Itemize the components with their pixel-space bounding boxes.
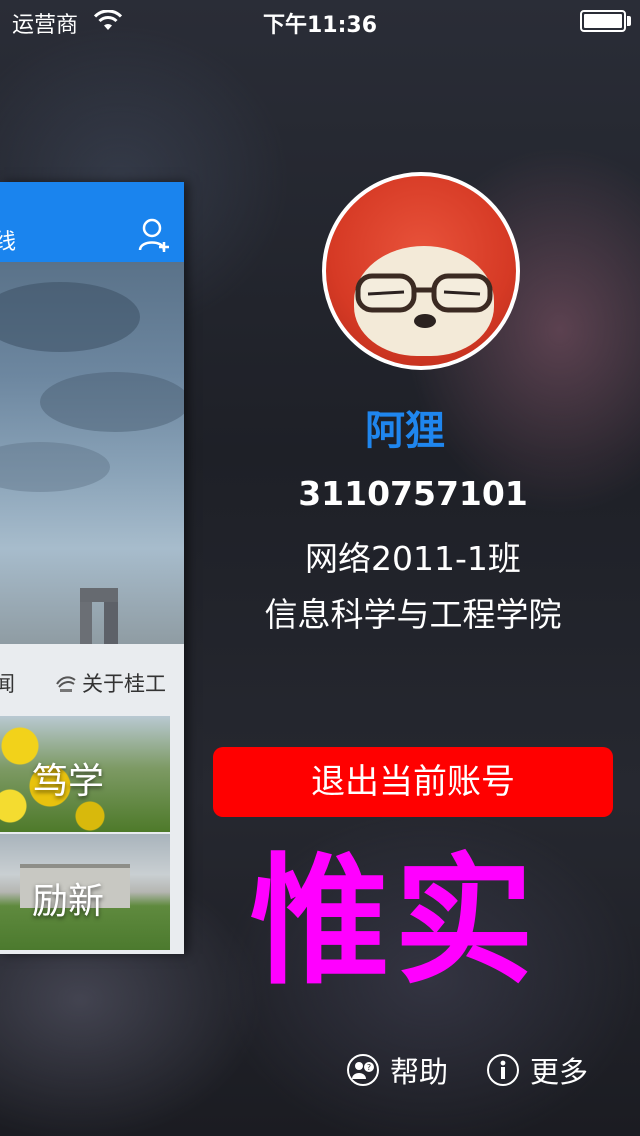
college-name: 信息科学与工程学院: [264, 595, 562, 634]
more-label: 更多: [530, 1055, 589, 1089]
more-button[interactable]: 更多: [486, 1050, 588, 1090]
status-bar: 运营商 下午11:36: [0, 0, 640, 40]
battery-icon: [580, 10, 626, 32]
tile-study-label: 笃学: [32, 761, 105, 802]
user-name: 阿狸: [365, 408, 445, 454]
avatar[interactable]: [322, 172, 520, 370]
panel-nav-bar: 线: [0, 182, 184, 262]
clock: 下午11:36: [262, 13, 378, 38]
class-name: 网络2011-1班: [305, 539, 521, 578]
help-icon: ?: [347, 1054, 379, 1086]
avatar-glasses: [355, 273, 493, 313]
svg-text:?: ?: [367, 1063, 371, 1072]
tile-innovate[interactable]: 励新: [0, 834, 170, 950]
logout-button[interactable]: 退出当前账号: [213, 747, 613, 817]
tile-study[interactable]: 笃学: [0, 716, 170, 832]
tile-innovate-label: 励新: [32, 881, 105, 922]
school-motto: 惟实: [250, 841, 539, 1004]
menu-item-about[interactable]: 关于桂工: [82, 668, 166, 698]
student-id: 3110757101: [298, 474, 528, 513]
help-label: 帮助: [390, 1055, 449, 1089]
panel-nav-title: 线: [0, 230, 17, 255]
info-icon: [487, 1054, 519, 1086]
panel-menu-row: 闻 关于桂工: [0, 652, 184, 712]
battery-nub: [627, 16, 631, 26]
add-user-icon[interactable]: [138, 218, 172, 254]
help-button[interactable]: ? 帮助: [346, 1050, 448, 1090]
menu-item-news[interactable]: 闻: [0, 668, 15, 698]
gut-logo-icon: [56, 676, 76, 692]
